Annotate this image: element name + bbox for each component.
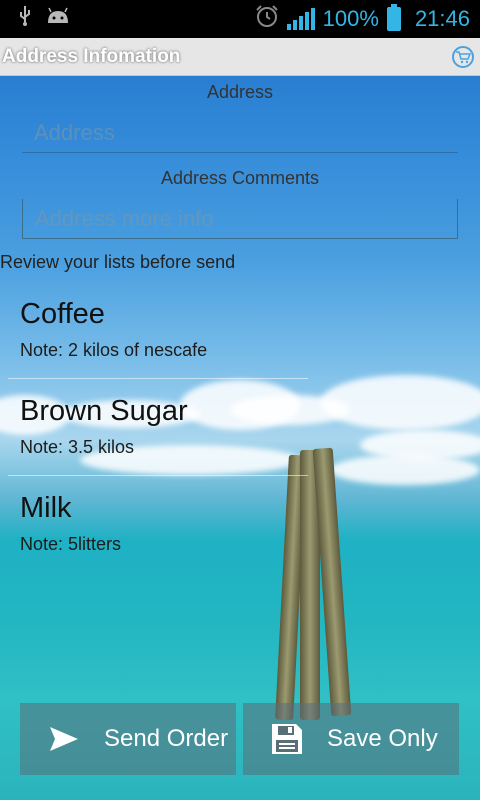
page-title: Address Infomation bbox=[2, 45, 181, 67]
item-name: Coffee bbox=[20, 298, 105, 330]
save-only-button[interactable]: Save Only bbox=[243, 703, 459, 775]
item-name: Brown Sugar bbox=[20, 395, 188, 427]
battery-percent: 100% bbox=[322, 6, 379, 31]
address-input[interactable]: Address bbox=[22, 113, 458, 153]
review-label: Review your lists before send bbox=[0, 252, 236, 272]
item-note: Note: 2 kilos of nescafe bbox=[20, 340, 208, 360]
list-item[interactable]: Brown Sugar Note: 3.5 kilos bbox=[0, 395, 480, 475]
usb-icon bbox=[18, 6, 32, 32]
status-bar: 100% 21:46 bbox=[0, 0, 480, 38]
signal-icon bbox=[286, 8, 315, 30]
android-icon bbox=[46, 7, 70, 31]
list-item[interactable]: Coffee Note: 2 kilos of nescafe bbox=[0, 298, 480, 378]
save-only-label: Save Only bbox=[327, 725, 438, 752]
send-icon bbox=[44, 719, 84, 759]
item-note: Note: 3.5 kilos bbox=[20, 437, 135, 457]
battery-icon bbox=[386, 4, 401, 31]
send-order-button[interactable]: Send Order bbox=[20, 703, 236, 775]
item-note: Note: 5litters bbox=[20, 534, 122, 554]
list-item[interactable]: Milk Note: 5litters bbox=[0, 492, 480, 572]
item-name: Milk bbox=[20, 492, 72, 524]
action-bar: Address Infomation bbox=[0, 38, 480, 76]
send-order-label: Send Order bbox=[104, 725, 229, 752]
cart-icon[interactable] bbox=[452, 45, 474, 68]
save-icon bbox=[267, 719, 307, 759]
list-divider bbox=[8, 475, 308, 476]
address-label: Address bbox=[206, 82, 274, 102]
alarm-icon bbox=[255, 4, 279, 34]
clock-time: 21:46 bbox=[414, 6, 470, 31]
list-divider bbox=[8, 378, 308, 379]
address-comments-label: Address Comments bbox=[160, 168, 320, 188]
address-comments-input[interactable]: Address more info bbox=[22, 199, 458, 239]
